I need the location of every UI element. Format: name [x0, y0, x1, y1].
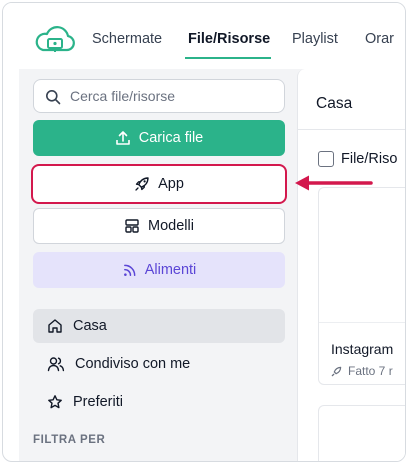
search-input[interactable] — [70, 80, 280, 112]
tab-schermate[interactable]: Schermate — [92, 31, 162, 47]
sidebar-item-label: Condiviso con me — [75, 356, 191, 372]
tab-file-risorse[interactable]: File/Risorse — [188, 31, 270, 47]
active-tab-indicator — [185, 57, 271, 59]
rss-icon — [123, 264, 136, 276]
home-icon — [48, 319, 62, 333]
sidebar-item-casa[interactable]: Casa — [33, 309, 285, 343]
divider — [298, 129, 405, 130]
file-card[interactable] — [318, 405, 405, 461]
top-navigation: Schermate File/Risorse Playlist Orar — [3, 3, 405, 69]
sidebar-item-condiviso[interactable]: Condiviso con me — [33, 347, 285, 381]
upload-file-button[interactable]: Carica file — [33, 120, 285, 156]
search-icon — [46, 90, 61, 105]
users-icon — [47, 357, 65, 372]
page-title: Casa — [316, 95, 353, 112]
column-header-file[interactable]: File/Riso — [341, 151, 397, 167]
arrow-left-icon — [295, 175, 373, 191]
file-card-meta: Fatto 7 r — [331, 364, 393, 378]
files-panel: Casa File/Riso Instagram Fatto 7 r — [297, 69, 405, 461]
tab-orari[interactable]: Orar — [365, 31, 394, 47]
file-card[interactable]: Instagram Fatto 7 r — [318, 187, 405, 385]
models-label: Modelli — [148, 218, 194, 234]
app-label: App — [158, 176, 184, 192]
file-card-title: Instagram — [331, 341, 394, 357]
select-all-checkbox[interactable] — [318, 151, 334, 167]
feeds-button[interactable]: Alimenti — [33, 252, 285, 288]
sidebar-item-label: Preferiti — [73, 394, 123, 410]
models-button[interactable]: Modelli — [33, 208, 285, 244]
upload-icon — [115, 131, 130, 145]
card-divider — [319, 322, 405, 323]
feeds-label: Alimenti — [144, 262, 197, 278]
upload-file-label: Carica file — [138, 130, 204, 146]
sidebar-item-label: Casa — [73, 318, 107, 334]
search-box[interactable] — [33, 79, 285, 113]
app-window: Schermate File/Risorse Playlist Orar Car… — [2, 2, 406, 462]
filter-section-label: FILTRA PER — [33, 434, 106, 446]
layout-icon — [125, 219, 139, 233]
cloud-monitor-logo[interactable] — [34, 25, 76, 57]
rocket-icon — [135, 177, 149, 191]
file-card-meta-text: Fatto 7 r — [348, 364, 393, 378]
sidebar: Carica file App Modelli — [19, 69, 295, 461]
main-content: Casa File/Riso Instagram Fatto 7 r — [295, 69, 405, 461]
rocket-icon — [331, 366, 342, 376]
sidebar-item-preferiti[interactable]: Preferiti — [33, 385, 285, 419]
app-button[interactable]: App — [31, 164, 287, 204]
tab-playlist[interactable]: Playlist — [292, 31, 338, 47]
star-icon — [48, 395, 62, 409]
